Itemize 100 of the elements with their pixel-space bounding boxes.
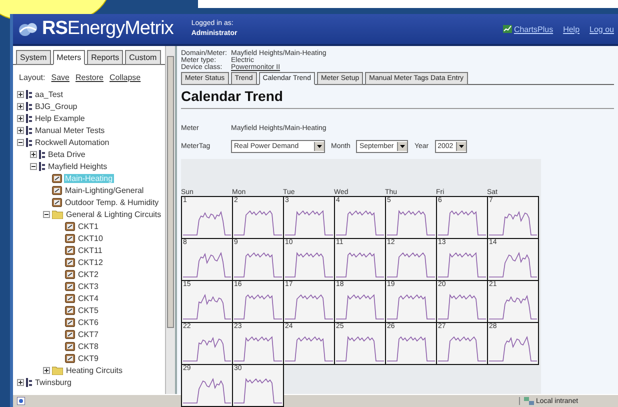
expand-icon[interactable] xyxy=(17,102,24,110)
expand-icon[interactable] xyxy=(43,366,50,374)
folder-icon xyxy=(52,210,63,218)
meter-icon xyxy=(65,270,75,278)
meter-icon xyxy=(52,198,62,206)
sparkline xyxy=(387,209,435,237)
meter-icon xyxy=(65,234,75,242)
hierarchy-icon xyxy=(26,90,32,98)
meter-icon xyxy=(65,258,75,266)
sparkline xyxy=(387,335,435,363)
meter-icon xyxy=(65,282,75,290)
sparkline xyxy=(489,293,537,321)
tree-item[interactable]: Beta Drive xyxy=(47,150,86,158)
dropdown-arrow-icon xyxy=(397,142,408,151)
tree-item[interactable]: CKT12 xyxy=(77,258,104,266)
scrollbar[interactable] xyxy=(165,46,175,394)
expand-icon[interactable] xyxy=(17,378,24,386)
tree-item[interactable]: Twinsburg xyxy=(34,378,72,386)
sidebar-tab[interactable]: Custom xyxy=(125,50,161,65)
tree-item[interactable]: aa_Test xyxy=(34,90,64,98)
sparkline xyxy=(234,335,282,363)
meter-icon xyxy=(65,354,75,362)
sidebar-tab[interactable]: System xyxy=(16,50,51,65)
tree-item[interactable]: CKT3 xyxy=(77,282,100,290)
sidebar-tab[interactable]: Reports xyxy=(87,50,124,65)
meter-icon xyxy=(65,318,75,326)
meter-icon xyxy=(65,294,75,302)
sparkline xyxy=(183,335,231,363)
meter-icon xyxy=(65,342,75,350)
sparkline xyxy=(489,335,537,363)
hierarchy-icon xyxy=(26,102,32,110)
meter-icon xyxy=(65,330,75,338)
page-title: Calendar Trend xyxy=(181,88,614,109)
tree-item[interactable]: Heating Circuits xyxy=(65,366,124,374)
tree-item[interactable]: CKT1 xyxy=(77,222,100,230)
tree-item[interactable]: CKT10 xyxy=(77,234,104,242)
header-link[interactable]: Log ou xyxy=(590,24,614,34)
collapse-icon[interactable] xyxy=(43,210,50,218)
dropdown-arrow-icon xyxy=(314,142,324,151)
meter-icon xyxy=(52,174,62,182)
layout-link[interactable]: Save xyxy=(51,73,70,82)
sidebar-tab[interactable]: Meters xyxy=(52,50,86,65)
logo-icon xyxy=(17,20,39,38)
sparkline xyxy=(438,209,486,237)
folder-icon xyxy=(52,366,63,374)
hierarchy-icon xyxy=(26,126,32,134)
meter-icon xyxy=(52,186,62,194)
sparkline xyxy=(489,209,537,237)
collapse-icon[interactable] xyxy=(30,162,37,170)
tree-item[interactable]: BJG_Group xyxy=(34,102,78,110)
sparkline xyxy=(489,251,537,279)
tree-item[interactable]: CKT8 xyxy=(77,342,100,350)
tree-item[interactable]: CKT6 xyxy=(77,318,100,326)
tree-item[interactable]: Outdoor Temp. & Humidity xyxy=(64,198,160,206)
sparkline xyxy=(234,377,282,405)
header-link[interactable]: ChartsPlus xyxy=(502,24,554,34)
expand-icon[interactable] xyxy=(17,126,24,134)
sparkline xyxy=(183,209,231,237)
expand-icon[interactable] xyxy=(17,90,24,98)
hierarchy-icon xyxy=(26,114,32,122)
tree-item[interactable]: Mayfield Heights xyxy=(47,162,108,170)
meter-icon xyxy=(65,246,75,254)
sparkline xyxy=(336,293,384,321)
sparkline xyxy=(336,335,384,363)
dropdown-arrow-icon xyxy=(456,142,466,151)
tree-item[interactable]: CKT11 xyxy=(77,246,104,254)
header-link[interactable]: Help xyxy=(563,24,580,34)
sparkline xyxy=(285,293,333,321)
meter-icon xyxy=(65,306,75,314)
layout-link[interactable]: Restore xyxy=(75,73,104,82)
tree-item[interactable]: Main-Lighting/General xyxy=(64,186,145,194)
tree-item[interactable]: CKT4 xyxy=(77,294,100,302)
sparkline xyxy=(183,293,231,321)
sparkline xyxy=(183,251,231,279)
tree-item[interactable]: Help Example xyxy=(34,114,86,122)
expand-icon[interactable] xyxy=(30,150,37,158)
hierarchy-icon xyxy=(39,162,45,170)
sparkline xyxy=(336,209,384,237)
chart-icon xyxy=(502,25,512,33)
tree-item[interactable]: CKT5 xyxy=(77,306,100,314)
sparkline xyxy=(234,209,282,237)
app-logo: RSEnergyMetrix xyxy=(42,18,174,40)
tree-item[interactable]: Manual Meter Tests xyxy=(34,126,106,134)
sparkline xyxy=(438,251,486,279)
tree-item[interactable]: CKT7 xyxy=(77,330,100,338)
meter-icon xyxy=(65,222,75,230)
tree-item[interactable]: Rockwell Automation xyxy=(34,138,110,146)
tree-item[interactable]: General & Lighting Circuits xyxy=(65,210,162,218)
sparkline xyxy=(387,251,435,279)
tree-item[interactable]: CKT9 xyxy=(77,354,100,362)
sparkline xyxy=(285,251,333,279)
expand-icon[interactable] xyxy=(17,114,24,122)
tree-item[interactable]: CKT2 xyxy=(77,270,100,278)
collapse-icon[interactable] xyxy=(17,138,24,146)
sparkline xyxy=(234,293,282,321)
sparkline xyxy=(387,293,435,321)
sparkline xyxy=(285,335,333,363)
sparkline xyxy=(234,251,282,279)
layout-link[interactable]: Collapse xyxy=(110,73,141,82)
network-icon xyxy=(524,397,534,405)
